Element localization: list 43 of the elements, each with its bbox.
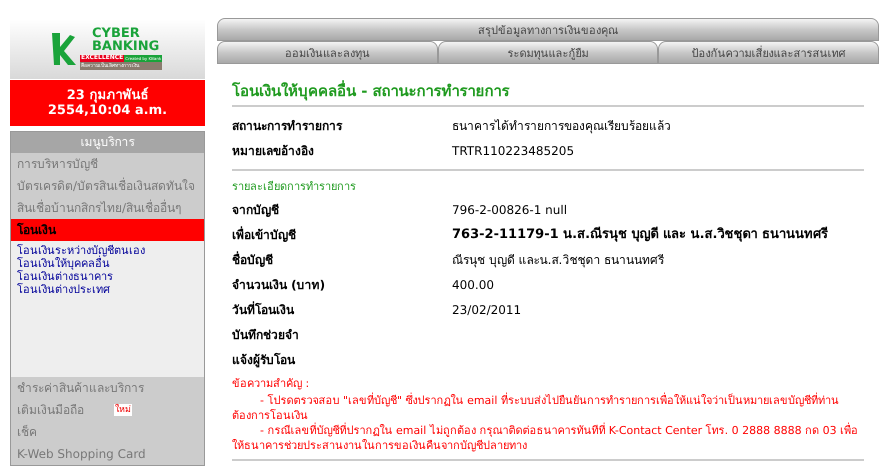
new-badge: ใหม่ bbox=[114, 404, 132, 416]
page-title: โอนเงินให้บุคคลอื่น - สถานะการทำรายการ bbox=[232, 80, 511, 102]
section-heading: รายละเอียดการทำรายการ bbox=[232, 179, 357, 195]
tab[interactable]: ระดมทุนและกู้ยืม bbox=[438, 41, 658, 64]
field-label: วันที่โอนเงิน bbox=[232, 300, 296, 318]
logo-text: BANKING bbox=[91, 40, 160, 53]
submenu-link[interactable]: โอนเงินต่างประเทศ bbox=[17, 283, 204, 296]
menu-item[interactable]: เช็ค bbox=[11, 421, 204, 443]
submenu-link[interactable]: โอนเงินต่างธนาคาร bbox=[17, 270, 204, 283]
field-value: TRTR110223485205 bbox=[452, 142, 574, 160]
field-label: จากบัญชี bbox=[232, 202, 280, 218]
tab[interactable]: ป้องกันความเสี่ยงและสารสนเทศ bbox=[658, 41, 880, 64]
menu-item[interactable]: เติมเงินมือถือ ใหม่ bbox=[11, 399, 204, 421]
field-value: 23/02/2011 bbox=[452, 302, 522, 318]
tab[interactable]: สรุปข้อมูลทางการเงินของคุณ bbox=[217, 18, 879, 41]
menu-item[interactable]: โอนเงิน bbox=[11, 219, 204, 241]
field-value: 763-2-11179-1 น.ส.ณีรนุช บุญดี และ น.ส.วิชชุดา ธนานนทศรี bbox=[452, 226, 828, 244]
menu-item[interactable]: บัตรเครดิต/บัตรสินเชื่อเงินสดทันใจ bbox=[11, 175, 204, 197]
field-label: หมายเลขอ้างอิง bbox=[232, 142, 315, 160]
field-value: 400.00 bbox=[452, 276, 494, 294]
logo-text: CYBER bbox=[91, 27, 140, 40]
notice-text: - กรณีเลขที่บัญชีที่ปรากฏใน email ไม่ถูกต้อง กรุณาติดต่อธนาคารทันทีที่ K-Contact Center โทร. 0 2888 8888 กด 03 เพื่อให้ธนาคารช่วยประสานงานในการขอเงินคืนจากบัญชีปลายทาง bbox=[232, 422, 860, 452]
field-label: บันทึกช่วยจำ bbox=[232, 326, 300, 344]
field-label: จำนวนเงิน (บาท) bbox=[232, 276, 326, 294]
field-label: แจ้งผู้รับโอน bbox=[232, 352, 296, 368]
menu-header: เมนูบริการ bbox=[11, 132, 204, 153]
notice-title: ข้อความสำคัญ : bbox=[232, 376, 310, 392]
logo-k-icon bbox=[50, 30, 76, 66]
submenu-link[interactable]: โอนเงินให้บุคคลอื่น bbox=[17, 257, 204, 270]
menu-item[interactable]: การบริหารบัญชี bbox=[11, 153, 204, 175]
menu-item[interactable]: สินเชื่อบ้านกสิกรไทย/สินเชื่ออื่นๆ bbox=[11, 197, 204, 219]
field-label: ชื่อบัญชี bbox=[232, 250, 274, 268]
field-label: เพื่อเข้าบัญชี bbox=[232, 226, 297, 244]
notice-text: - โปรดตรวจสอบ "เลขที่บัญชี" ซึ่งปรากฏใน email ที่ระบบส่งไปยืนยันการทำรายการเพื่อให้แน่ใจว่าเป็นหมายเลขบัญชีที่ท่านต้องการโอนเงิน bbox=[232, 392, 840, 422]
menu-item[interactable]: K-Web Shopping Card bbox=[11, 443, 204, 465]
menu-item[interactable]: ชำระค่าสินค้าและบริการ bbox=[11, 377, 204, 399]
submenu-link[interactable]: โอนเงินระหว่างบัญชีตนเอง bbox=[17, 244, 204, 257]
field-value: 796-2-00826-1 null bbox=[452, 202, 568, 218]
field-value: ธนาคารได้ทำรายการของคุณเรียบร้อยแล้ว bbox=[452, 118, 671, 134]
date-time-banner: 23 กุมภาพันธ์ 2554,10:04 a.m. bbox=[10, 80, 205, 126]
tab[interactable]: ออมเงินและลงทุน bbox=[217, 41, 438, 64]
field-label: สถานะการทำรายการ bbox=[232, 118, 344, 134]
field-value: ณีรนุช บุญดี และน.ส.วิชชุดา ธนานนทศรี bbox=[452, 252, 664, 268]
